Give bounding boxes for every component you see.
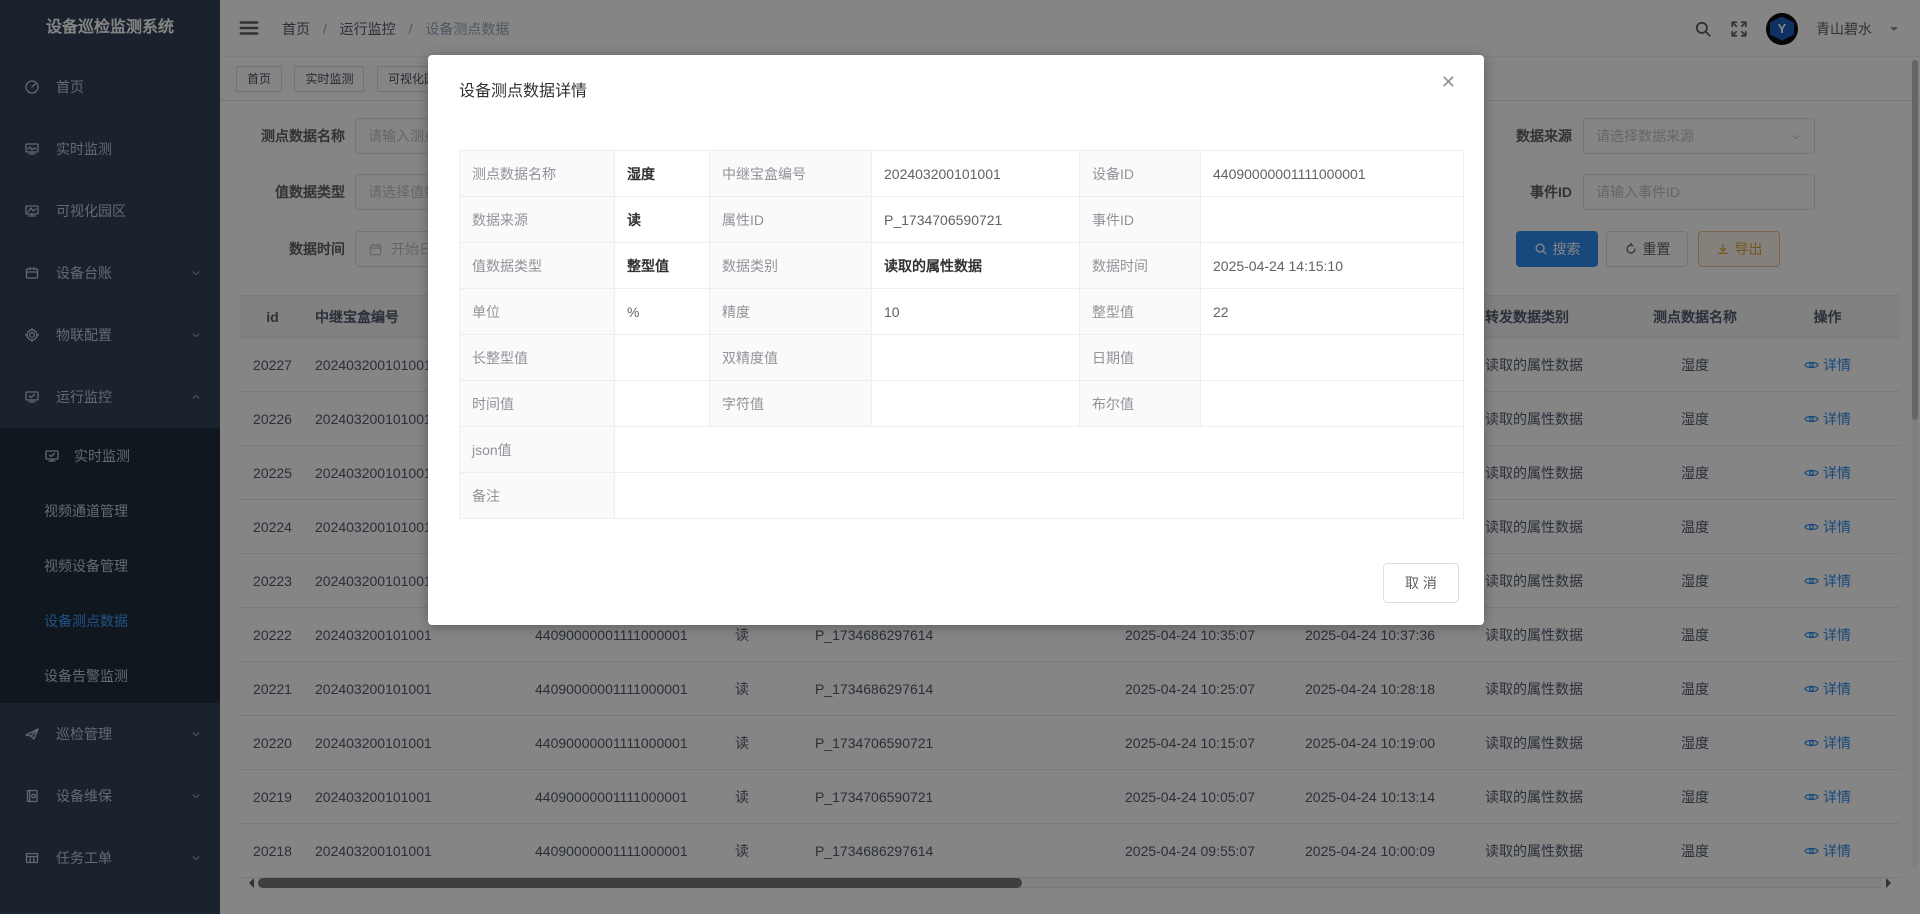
desc-value: 湿度 [615,151,710,197]
desc-label: 双精度值 [710,335,872,381]
desc-row: 单位 % 精度 10 整型值 22 [460,289,1464,335]
desc-row: 值数据类型 整型值 数据类别 读取的属性数据 数据时间 2025-04-24 1… [460,243,1464,289]
desc-value: 22 [1201,289,1464,335]
desc-label: 备注 [460,473,615,519]
desc-value: 44090000001111000001 [1201,151,1464,197]
desc-value: 10 [872,289,1080,335]
desc-label: 属性ID [710,197,872,243]
desc-label: 时间值 [460,381,615,427]
desc-row: 数据来源 读 属性ID P_1734706590721 事件ID [460,197,1464,243]
desc-label: 布尔值 [1080,381,1201,427]
desc-value [615,381,710,427]
desc-label: 值数据类型 [460,243,615,289]
detail-dialog: 设备测点数据详情 ✕ 测点数据名称 湿度 中继宝盒编号 202403200101… [428,55,1484,625]
desc-value: 整型值 [615,243,710,289]
desc-value: 读取的属性数据 [872,243,1080,289]
desc-value [615,473,1464,519]
desc-value: 202403200101001 [872,151,1080,197]
desc-value [1201,335,1464,381]
desc-label: 整型值 [1080,289,1201,335]
desc-label: json值 [460,427,615,473]
app-root: 设备巡检监测系统 首页 实时监测 可视化园区 设备台账 物联配置 运行监控 [0,0,1920,914]
desc-label: 日期值 [1080,335,1201,381]
desc-label: 测点数据名称 [460,151,615,197]
desc-value [615,427,1464,473]
cancel-button[interactable]: 取 消 [1383,563,1459,603]
dialog-title: 设备测点数据详情 [459,77,587,101]
desc-row: 长整型值 双精度值 日期值 [460,335,1464,381]
close-icon[interactable]: ✕ [1441,73,1456,91]
desc-value [1201,197,1464,243]
desc-value: 2025-04-24 14:15:10 [1201,243,1464,289]
desc-label: 字符值 [710,381,872,427]
desc-label: 数据来源 [460,197,615,243]
desc-row: json值 [460,427,1464,473]
desc-value [615,335,710,381]
detail-descriptions-table: 测点数据名称 湿度 中继宝盒编号 202403200101001 设备ID 44… [459,150,1464,519]
desc-value [872,381,1080,427]
desc-label: 事件ID [1080,197,1201,243]
desc-label: 精度 [710,289,872,335]
desc-label: 数据类别 [710,243,872,289]
desc-value: 读 [615,197,710,243]
desc-label: 长整型值 [460,335,615,381]
desc-value: % [615,289,710,335]
desc-value: P_1734706590721 [872,197,1080,243]
desc-value [1201,381,1464,427]
desc-row: 时间值 字符值 布尔值 [460,381,1464,427]
desc-row: 测点数据名称 湿度 中继宝盒编号 202403200101001 设备ID 44… [460,151,1464,197]
desc-label: 中继宝盒编号 [710,151,872,197]
desc-label: 单位 [460,289,615,335]
desc-row: 备注 [460,473,1464,519]
desc-label: 数据时间 [1080,243,1201,289]
desc-label: 设备ID [1080,151,1201,197]
desc-value [872,335,1080,381]
